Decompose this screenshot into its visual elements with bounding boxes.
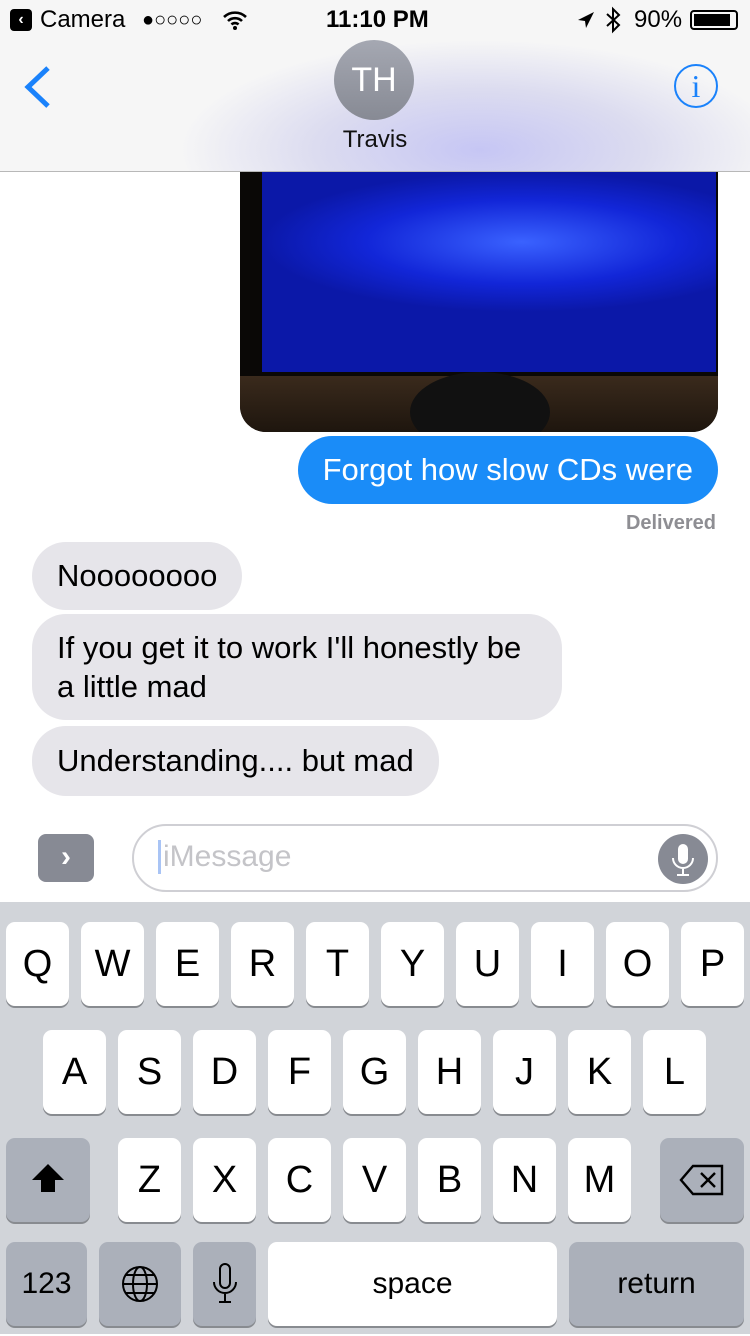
key-v[interactable]: V	[343, 1138, 406, 1222]
keyboard: 123 space return QWERTYUIOP ASDFGHJKL ZXCV…	[0, 902, 750, 1334]
key-o[interactable]: O	[606, 922, 669, 1006]
location-icon	[578, 12, 594, 28]
key-s[interactable]: S	[118, 1030, 181, 1114]
key-t[interactable]: T	[306, 922, 369, 1006]
signal-strength: ●○○○○	[142, 9, 203, 31]
battery-percent: 90%	[634, 6, 683, 33]
key-b[interactable]: B	[418, 1138, 481, 1222]
return-key[interactable]: return	[569, 1242, 744, 1326]
key-f[interactable]: F	[268, 1030, 331, 1114]
key-c[interactable]: C	[268, 1138, 331, 1222]
key-y[interactable]: Y	[381, 922, 444, 1006]
key-h[interactable]: H	[418, 1030, 481, 1114]
contact-name[interactable]: Travis	[300, 126, 450, 154]
key-a[interactable]: A	[43, 1030, 106, 1114]
clock: 11:10 PM	[326, 6, 429, 33]
back-to-app-icon[interactable]: ‹	[10, 9, 32, 31]
sent-message[interactable]: Forgot how slow CDs were	[297, 436, 718, 504]
dictation-mic-icon[interactable]	[658, 834, 708, 884]
contact-avatar[interactable]: TH	[334, 40, 414, 120]
key-u[interactable]: U	[456, 922, 519, 1006]
photo-monitor-screen	[262, 172, 716, 372]
key-g[interactable]: G	[343, 1030, 406, 1114]
key-l[interactable]: L	[643, 1030, 706, 1114]
space-key[interactable]: space	[268, 1242, 557, 1326]
delete-key[interactable]	[660, 1138, 744, 1222]
input-placeholder: iMessage	[158, 840, 291, 874]
received-message[interactable]: If you get it to work I'll honestly be a…	[32, 614, 562, 720]
back-app-label[interactable]: Camera	[40, 6, 125, 34]
info-icon[interactable]: i	[674, 64, 718, 108]
key-e[interactable]: E	[156, 922, 219, 1006]
key-j[interactable]: J	[493, 1030, 556, 1114]
key-w[interactable]: W	[81, 922, 144, 1006]
key-m[interactable]: M	[568, 1138, 631, 1222]
back-chevron-icon[interactable]	[22, 66, 52, 108]
received-message[interactable]: Noooooooo	[32, 542, 243, 610]
expand-apps-button[interactable]: ›	[38, 834, 94, 882]
delivered-status: Delivered	[625, 512, 716, 534]
globe-key[interactable]	[99, 1242, 181, 1326]
key-k[interactable]: K	[568, 1030, 631, 1114]
key-q[interactable]: Q	[6, 922, 69, 1006]
imessage-input[interactable]: iMessage	[132, 824, 718, 892]
key-d[interactable]: D	[193, 1030, 256, 1114]
sent-photo[interactable]	[240, 150, 718, 432]
shift-key[interactable]	[6, 1138, 90, 1222]
wifi-icon	[223, 11, 247, 30]
battery-icon	[690, 10, 738, 30]
key-p[interactable]: P	[681, 922, 744, 1006]
dictation-key[interactable]	[193, 1242, 256, 1326]
navigation-bar: ‹ Camera ●○○○○ 11:10 PM 90% TH Travis i	[0, 0, 750, 172]
numbers-key[interactable]: 123	[6, 1242, 87, 1326]
key-x[interactable]: X	[193, 1138, 256, 1222]
bluetooth-icon	[606, 6, 621, 34]
key-i[interactable]: I	[531, 922, 594, 1006]
key-z[interactable]: Z	[118, 1138, 181, 1222]
key-r[interactable]: R	[231, 922, 294, 1006]
key-n[interactable]: N	[493, 1138, 556, 1222]
received-message[interactable]: Understanding.... but mad	[32, 726, 439, 796]
